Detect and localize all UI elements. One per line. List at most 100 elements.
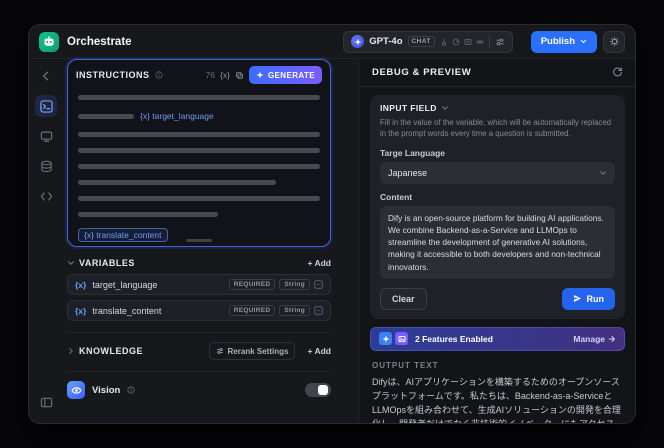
insert-variable-icon[interactable]: {x}	[220, 70, 230, 80]
variable-name: translate_content	[92, 305, 162, 316]
chevron-down-icon	[580, 39, 587, 44]
divider	[488, 35, 490, 48]
variable-token[interactable]: {x} translate_content	[78, 228, 168, 242]
chevron-down-icon	[599, 169, 607, 177]
chevron-down-icon[interactable]	[67, 259, 75, 267]
content-label: Content	[380, 191, 413, 202]
app-settings-button[interactable]	[603, 30, 625, 53]
knowledge-section: KNOWLEDGE Rerank Settings + Add	[67, 332, 331, 360]
variable-token[interactable]: {x} target_language	[140, 111, 214, 121]
rail-item-api[interactable]	[35, 185, 57, 207]
model-provider-icon	[351, 35, 365, 48]
generate-button[interactable]: GENERATE	[248, 66, 322, 84]
chevron-down-icon	[441, 104, 449, 112]
input-field-title: INPUT FIELD	[380, 103, 437, 113]
skeleton-line	[78, 196, 320, 201]
rerank-settings-button[interactable]: Rerank Settings	[208, 342, 296, 360]
variables-section: VARIABLES + Add {x} target_language REQU…	[67, 258, 331, 321]
model-name: GPT-4o	[369, 36, 403, 47]
variable-icon: {x}	[75, 279, 87, 290]
app-logo-icon[interactable]	[39, 31, 59, 52]
type-badge: String	[279, 279, 310, 290]
rerank-settings-label: Rerank Settings	[227, 346, 289, 356]
manage-features-button[interactable]: Manage	[573, 334, 616, 344]
skeleton-line	[78, 164, 320, 169]
monitor-icon	[40, 131, 52, 142]
skeleton-line	[78, 132, 320, 137]
copy-icon[interactable]	[235, 71, 244, 80]
content-textarea[interactable]: Dify is an open-source platform for buil…	[380, 205, 615, 279]
arrow-right-icon	[608, 336, 615, 342]
variable-name: target_language	[92, 279, 158, 290]
divider	[360, 86, 635, 87]
penalty-icon	[476, 39, 483, 44]
skeleton-line	[78, 212, 320, 217]
output-text: Difyは、AIアプリケーションを構築するためのオープンソースプラットフォームで…	[372, 376, 621, 424]
knowledge-title: KNOWLEDGE	[79, 346, 143, 356]
model-mode-badge: CHAT	[407, 36, 435, 47]
char-count: 76	[205, 70, 215, 80]
back-icon[interactable]	[35, 65, 57, 87]
instructions-panel[interactable]: INSTRUCTIONS 76 {x} GENERATE {x} target_…	[67, 59, 331, 247]
top-p-icon	[452, 38, 460, 45]
debug-preview-title: DEBUG & PREVIEW	[372, 67, 472, 78]
rail-item-datasets[interactable]	[35, 155, 57, 177]
vision-icon	[67, 381, 85, 399]
orchestrate-icon	[39, 99, 53, 113]
clear-button[interactable]: Clear	[380, 287, 427, 310]
variables-title: VARIABLES	[79, 258, 135, 268]
rail-item-preview[interactable]	[35, 125, 57, 147]
type-badge: String	[279, 305, 310, 316]
features-bar[interactable]: 2 Features Enabled Manage	[370, 326, 625, 351]
add-variable-button[interactable]: + Add	[307, 258, 331, 268]
info-icon	[127, 386, 135, 394]
input-field-header[interactable]: INPUT FIELD	[380, 103, 615, 113]
variable-menu-icon[interactable]	[314, 306, 323, 315]
vision-label: Vision	[92, 384, 121, 396]
debug-preview-panel: DEBUG & PREVIEW INPUT FIELD Fill in the …	[359, 59, 635, 423]
sparkle-icon	[256, 71, 264, 79]
feature-icon	[379, 332, 392, 346]
skeleton-line	[78, 180, 320, 185]
input-field-description: Fill in the value of the variable, which…	[380, 118, 611, 139]
required-badge: REQUIRED	[228, 279, 276, 290]
variable-icon: {x}	[75, 305, 87, 316]
left-rail	[29, 59, 63, 423]
database-icon	[40, 160, 52, 172]
input-field-card: INPUT FIELD Fill in the value of the var…	[370, 95, 625, 319]
variable-menu-icon[interactable]	[314, 280, 323, 289]
instructions-header: INSTRUCTIONS 76 {x} GENERATE	[68, 60, 330, 86]
collapse-sidebar-icon[interactable]	[35, 391, 57, 413]
target-language-label: Targe Language	[380, 147, 446, 158]
run-button[interactable]: Run	[561, 287, 615, 310]
resize-handle[interactable]	[186, 239, 212, 242]
run-label: Run	[586, 293, 605, 304]
code-icon	[40, 191, 52, 201]
variable-row[interactable]: {x} translate_content REQUIRED String	[67, 300, 331, 321]
prompt-content: {x} target_language {x} translate_conten…	[68, 86, 330, 242]
max-tokens-icon	[464, 38, 472, 45]
model-params-summary	[440, 38, 484, 46]
chevron-right-icon[interactable]	[67, 347, 75, 355]
publish-button[interactable]: Publish	[530, 30, 597, 53]
page-title: Orchestrate	[67, 35, 132, 48]
model-settings-icon[interactable]	[495, 37, 505, 47]
rail-item-orchestrate[interactable]	[35, 95, 57, 117]
skeleton-line	[78, 95, 320, 100]
refresh-icon[interactable]	[612, 67, 623, 78]
app-window: Orchestrate GPT-4o CHAT Publish INSTRUCT…	[28, 24, 636, 424]
topbar: Orchestrate GPT-4o CHAT Publish	[29, 25, 635, 59]
instructions-title: INSTRUCTIONS	[76, 70, 150, 80]
target-language-value: Japanese	[388, 167, 428, 178]
gear-icon	[609, 36, 619, 47]
temperature-icon	[441, 38, 446, 46]
output-text-title: OUTPUT TEXT	[372, 360, 439, 370]
model-selector[interactable]: GPT-4o CHAT	[343, 30, 513, 53]
vision-section: Vision	[67, 371, 331, 399]
add-knowledge-button[interactable]: + Add	[307, 346, 331, 356]
vision-toggle[interactable]	[305, 383, 331, 397]
generate-label: GENERATE	[267, 70, 315, 80]
target-language-select[interactable]: Japanese	[380, 161, 615, 184]
features-enabled-text: 2 Features Enabled	[415, 333, 493, 344]
variable-row[interactable]: {x} target_language REQUIRED String	[67, 274, 331, 295]
